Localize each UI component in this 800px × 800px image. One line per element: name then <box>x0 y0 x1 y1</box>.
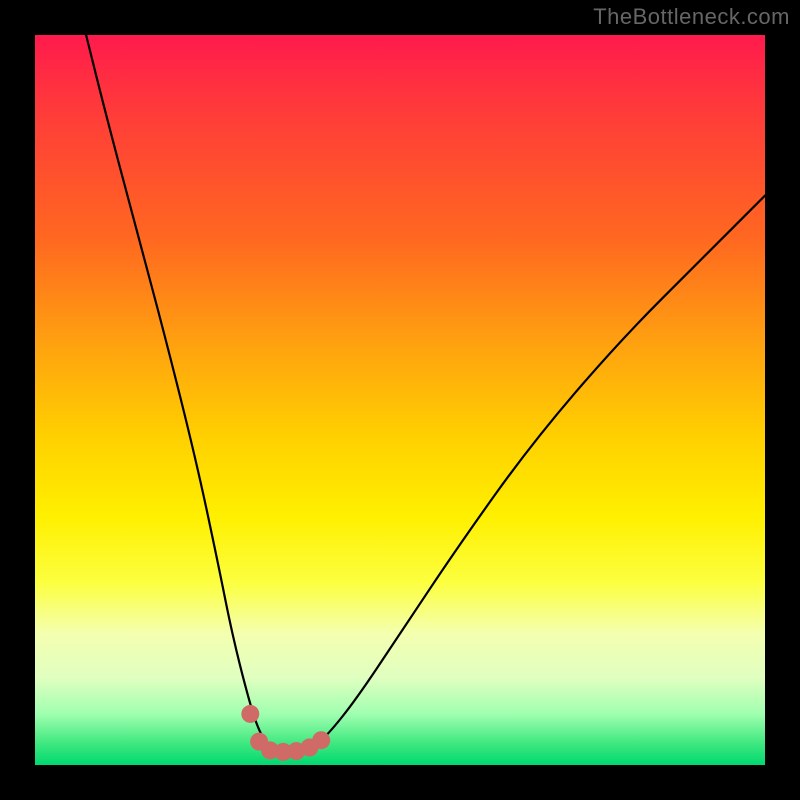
highlight-dots <box>241 705 330 761</box>
plot-area <box>35 35 765 765</box>
highlight-dot <box>312 731 330 749</box>
chart-frame: TheBottleneck.com <box>0 0 800 800</box>
curve-layer <box>35 35 765 765</box>
bottleneck-curve <box>86 35 765 750</box>
highlight-dot <box>241 705 259 723</box>
watermark-text: TheBottleneck.com <box>593 4 790 30</box>
